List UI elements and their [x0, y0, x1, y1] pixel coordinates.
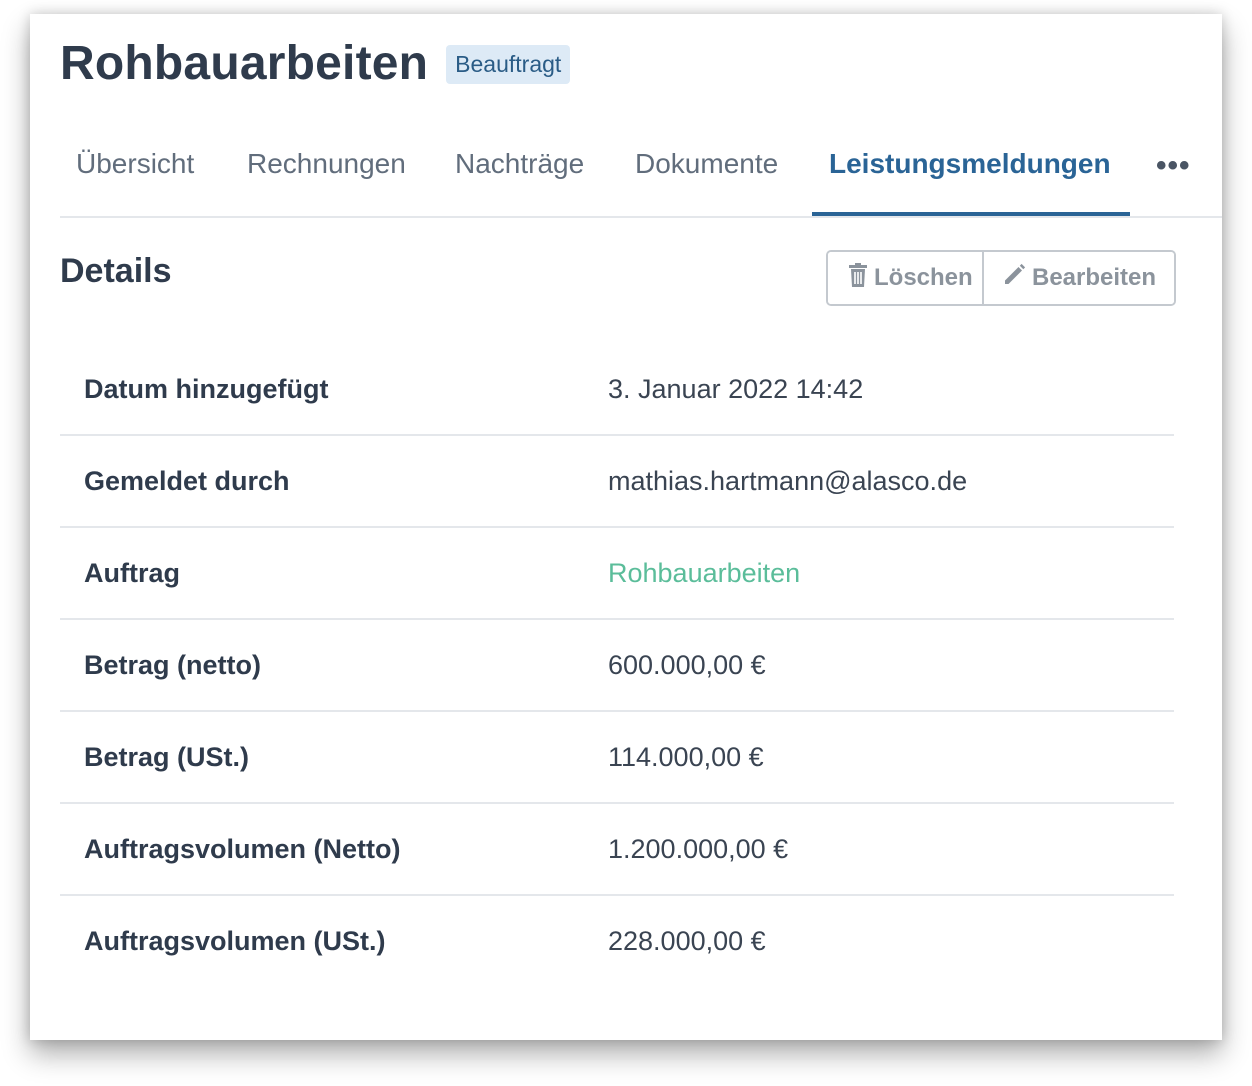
detail-value: 600.000,00 € — [608, 649, 766, 680]
detail-label: Auftragsvolumen (Netto) — [84, 833, 401, 864]
contract-link[interactable]: Rohbauarbeiten — [608, 558, 800, 589]
page-title: Rohbauarbeiten — [60, 37, 429, 90]
details-heading: Details — [60, 252, 172, 290]
detail-value: mathias.hartmann@alasco.de — [608, 465, 968, 496]
tab-uebersicht[interactable]: Übersicht — [76, 148, 194, 180]
detail-label: Auftrag — [84, 557, 180, 588]
more-tabs-icon[interactable]: ••• — [1156, 151, 1191, 181]
tab-nachtraege[interactable]: Nachträge — [455, 148, 584, 180]
detail-row-amount-vat: Betrag (USt.) 114.000,00 € — [60, 712, 1174, 804]
detail-value: 3. Januar 2022 14:42 — [608, 373, 864, 404]
tab-bar: Übersicht Rechnungen Nachträge Dokumente… — [60, 120, 1222, 218]
details-list: Datum hinzugefügt 3. Januar 2022 14:42 G… — [60, 344, 1174, 986]
active-tab-indicator — [812, 212, 1130, 216]
detail-value: 228.000,00 € — [608, 925, 766, 956]
delete-button-label: Löschen — [874, 264, 973, 291]
delete-button[interactable]: Löschen — [828, 252, 982, 304]
detail-label: Auftragsvolumen (USt.) — [84, 925, 386, 956]
detail-label: Betrag (netto) — [84, 649, 261, 680]
detail-row-contract-volume-vat: Auftragsvolumen (USt.) 228.000,00 € — [60, 896, 1174, 986]
app-window: Rohbauarbeiten Beauftragt Übersicht Rech… — [30, 14, 1222, 1040]
tab-leistungsmeldungen[interactable]: Leistungsmeldungen — [829, 148, 1111, 180]
detail-label: Datum hinzugefügt — [84, 373, 329, 404]
detail-row-date-added: Datum hinzugefügt 3. Januar 2022 14:42 — [60, 344, 1174, 436]
detail-label: Gemeldet durch — [84, 465, 290, 496]
detail-value: 1.200.000,00 € — [608, 833, 789, 864]
edit-button-label: Bearbeiten — [1032, 264, 1157, 291]
edit-button[interactable]: Bearbeiten — [982, 252, 1174, 304]
pencil-icon — [1002, 263, 1026, 294]
status-badge: Beauftragt — [446, 45, 571, 84]
trash-icon — [848, 262, 868, 294]
detail-row-contract: Auftrag Rohbauarbeiten — [60, 528, 1174, 620]
detail-row-amount-net: Betrag (netto) 600.000,00 € — [60, 620, 1174, 712]
detail-row-reported-by: Gemeldet durch mathias.hartmann@alasco.d… — [60, 436, 1174, 528]
detail-label: Betrag (USt.) — [84, 741, 250, 772]
page-header: Rohbauarbeiten Beauftragt — [60, 36, 571, 91]
tab-rechnungen[interactable]: Rechnungen — [247, 148, 406, 180]
action-button-group: Löschen Bearbeiten — [826, 250, 1176, 306]
detail-row-contract-volume-net: Auftragsvolumen (Netto) 1.200.000,00 € — [60, 804, 1174, 896]
tab-dokumente[interactable]: Dokumente — [635, 148, 778, 180]
detail-value: 114.000,00 € — [608, 741, 764, 772]
